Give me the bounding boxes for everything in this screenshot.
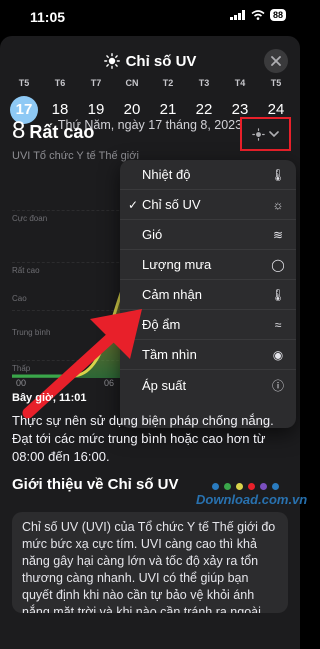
- uv-advice: Thực sự nên sử dụng biện pháp chống nắng…: [12, 413, 274, 464]
- menu-item-label: Tầm nhìn: [142, 347, 197, 362]
- menu-item-label: Gió: [142, 227, 163, 242]
- section-title: Giới thiệu về Chỉ số UV: [12, 476, 179, 493]
- uv-level: Rất cao: [29, 122, 95, 142]
- close-button[interactable]: [264, 49, 288, 73]
- watermark-logo: Download.com.vn: [196, 492, 308, 507]
- wind-icon: ≋: [272, 227, 284, 242]
- drop-icon: ◯: [271, 257, 285, 272]
- status-time: 11:05: [30, 9, 66, 25]
- day-abbr: CN: [125, 78, 139, 88]
- close-icon: [271, 56, 281, 66]
- dot: [272, 483, 279, 490]
- menu-item-feels-like[interactable]: Cảm nhận 🌡: [120, 280, 296, 310]
- menu-item-pressure[interactable]: Áp suất ⓘ: [120, 370, 296, 400]
- eye-icon: ◉: [272, 347, 284, 362]
- sheet-header: Chỉ số UV: [0, 50, 300, 72]
- checkmark-icon: ✓: [128, 197, 139, 212]
- uv-reading: 8 Rất cao: [12, 117, 94, 145]
- humidity-icon: ≈: [274, 317, 282, 332]
- menu-item-humidity[interactable]: Độ ẩm ≈: [120, 310, 296, 340]
- day-abbr: T2: [162, 78, 174, 88]
- menu-item-label: Cảm nhận: [142, 287, 202, 302]
- menu-item-temperature[interactable]: Nhiệt độ 🌡: [120, 160, 296, 190]
- chevron-down-icon: [269, 130, 279, 137]
- sun-icon: ☼: [272, 197, 284, 212]
- gauge-icon: ⓘ: [271, 378, 284, 393]
- day-abbr: T6: [54, 78, 66, 88]
- menu-item-precipitation[interactable]: Lượng mưa ◯: [120, 250, 296, 280]
- menu-item-label: Lượng mưa: [142, 257, 212, 272]
- menu-item-visibility[interactable]: Tầm nhìn ◉: [120, 340, 296, 370]
- sheet-title: Chỉ số UV: [125, 52, 197, 70]
- metric-menu-button[interactable]: [240, 117, 291, 151]
- watermark-dots: [212, 483, 279, 490]
- metric-menu: Nhiệt độ 🌡 ✓ Chỉ số UV ☼ Gió ≋ Lượng mưa ◯ Cả…: [120, 160, 296, 428]
- day-abbr: T5: [270, 78, 282, 88]
- dot: [212, 483, 219, 490]
- day-abbr: T5: [18, 78, 30, 88]
- menu-item-wind[interactable]: Gió ≋: [120, 220, 296, 250]
- day-abbr: T4: [234, 78, 246, 88]
- status-icons: 88: [229, 9, 286, 21]
- now-timestamp: Bây giờ, 11:01: [12, 392, 87, 404]
- day-abbr: T3: [198, 78, 210, 88]
- signal-icon: [229, 10, 245, 20]
- day-abbr: T7: [90, 78, 102, 88]
- sun-icon: [103, 53, 120, 69]
- menu-item-label: Áp suất: [142, 377, 187, 393]
- menu-item-label: Nhiệt độ: [142, 167, 191, 182]
- uv-value: 8: [12, 117, 26, 144]
- wifi-icon: [251, 10, 265, 20]
- sun-icon: [252, 127, 265, 141]
- about-uv-card: Chỉ số UV (UVI) của Tổ chức Y tế Thế giớ…: [12, 512, 288, 613]
- dot: [224, 483, 231, 490]
- dot: [236, 483, 243, 490]
- battery-indicator: 88: [269, 9, 286, 21]
- thermometer-icon: 🌡: [270, 167, 286, 182]
- thermometer-icon: 🌡: [270, 287, 286, 302]
- dot: [248, 483, 255, 490]
- menu-item-label: Độ ẩm: [142, 317, 181, 332]
- menu-item-label: Chỉ số UV: [142, 197, 201, 212]
- status-bar: 11:05 88: [0, 0, 300, 34]
- dot: [260, 483, 267, 490]
- menu-item-uv-index[interactable]: ✓ Chỉ số UV ☼: [120, 190, 296, 220]
